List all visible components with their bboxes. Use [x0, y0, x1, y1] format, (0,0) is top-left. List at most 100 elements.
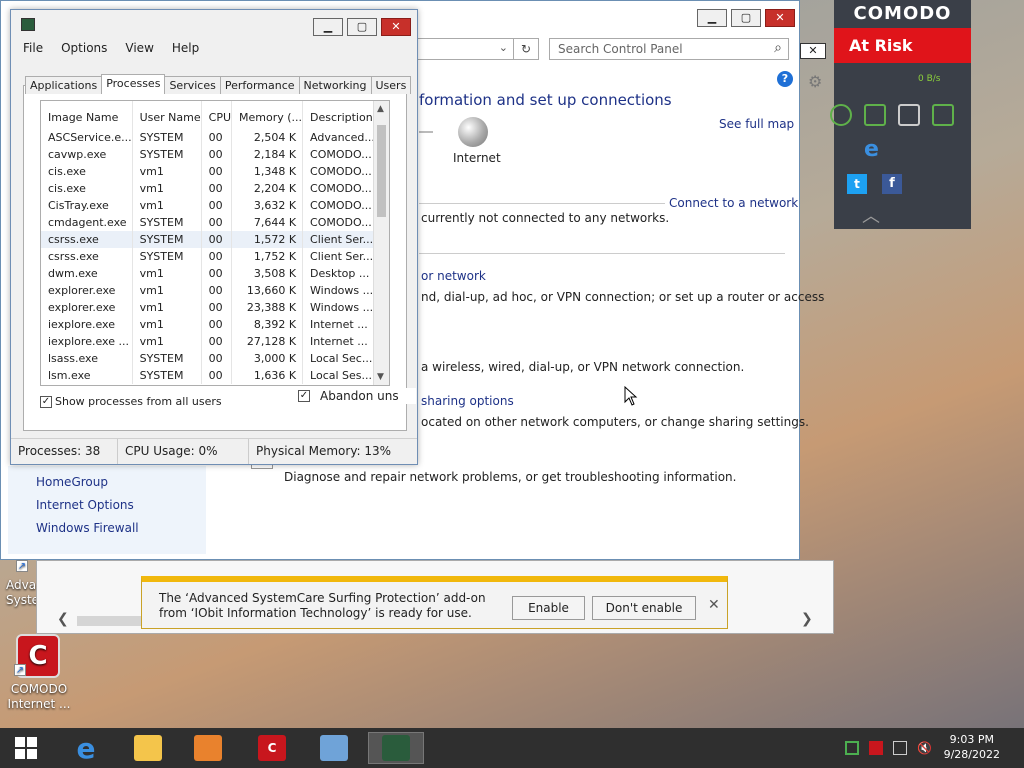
column-memory[interactable]: Memory (... [231, 101, 304, 129]
table-row[interactable]: ASCService.e... SYSTEM 00 2,504 K Advanced..… [41, 129, 376, 146]
widget-tasks-icon[interactable] [864, 104, 886, 126]
table-row[interactable]: csrss.exe SYSTEM 00 1,572 K Client Ser... [41, 231, 376, 248]
sidebar-item-internet-options[interactable]: Internet Options [36, 498, 134, 512]
description-cell: Client Ser... [302, 248, 376, 265]
widget-sandbox-icon[interactable] [898, 104, 920, 126]
sharing-options-link[interactable]: sharing options [421, 394, 514, 408]
collapse-chevron-icon[interactable]: ︿ [862, 202, 880, 228]
notification-message: The ‘Advanced SystemCare Surfing Protect… [159, 591, 486, 620]
close-button[interactable]: ✕ [381, 18, 411, 36]
menu-file[interactable]: File [23, 41, 43, 55]
widget-refresh-icon[interactable] [830, 104, 852, 126]
taskbar-internet-explorer[interactable]: e [58, 732, 114, 765]
taskbar-file-explorer[interactable] [120, 732, 176, 764]
image-name-cell: explorer.exe [41, 299, 133, 316]
refresh-button[interactable]: ↻ [513, 38, 539, 60]
table-row[interactable]: explorer.exe vm1 00 23,388 K Windows ... [41, 299, 376, 316]
menu-bar: File Options View Help [23, 41, 199, 55]
setup-network-link[interactable]: or network [421, 269, 486, 283]
sidebar-item-homegroup[interactable]: HomeGroup [36, 475, 108, 489]
start-button[interactable] [0, 732, 52, 764]
process-list: Image Name User Name CPU Memory (... Des… [40, 100, 390, 386]
tab-users[interactable]: Users [370, 76, 412, 94]
menu-help[interactable]: Help [172, 41, 199, 55]
maximize-button[interactable]: ▢ [731, 9, 761, 27]
table-row[interactable]: iexplore.exe ... vm1 00 27,128 K Internet ..… [41, 333, 376, 350]
dont-enable-button[interactable]: Don't enable [592, 596, 696, 620]
menu-options[interactable]: Options [61, 41, 107, 55]
connect-to-network-link[interactable]: Connect to a network [669, 196, 798, 210]
table-row[interactable]: cis.exe vm1 00 1,348 K COMODO... [41, 163, 376, 180]
see-full-map-link[interactable]: See full map [719, 117, 794, 131]
vertical-scrollbar[interactable]: ▲ ▼ [373, 101, 389, 385]
tab-applications[interactable]: Applications [25, 76, 103, 94]
tab-networking[interactable]: Networking [298, 76, 372, 94]
user-name-cell: vm1 [132, 333, 202, 350]
scroll-right-icon[interactable]: ❯ [801, 611, 813, 627]
help-icon[interactable]: ? [777, 71, 793, 87]
cpu-cell: 00 [201, 248, 233, 265]
menu-view[interactable]: View [125, 41, 153, 55]
table-row[interactable]: CisTray.exe vm1 00 3,632 K COMODO... [41, 197, 376, 214]
abandon-label: Abandon uns [320, 389, 399, 403]
internet-explorer-icon[interactable]: e [864, 137, 879, 162]
taskbar-comodo[interactable]: C [244, 732, 300, 764]
column-cpu[interactable]: CPU [201, 101, 233, 129]
abandon-checkbox[interactable]: ✓ [298, 390, 310, 402]
status-badge[interactable]: At Risk [834, 28, 971, 63]
show-all-users-checkbox[interactable]: ✓ [40, 395, 52, 408]
widget-support-icon[interactable] [932, 104, 954, 126]
taskbar-task-manager[interactable] [368, 732, 424, 764]
titlebar[interactable]: ▁ ▢ ✕ [11, 10, 417, 38]
enable-button[interactable]: Enable [512, 596, 585, 620]
clock[interactable]: 9:03 PM 9/28/2022 [944, 732, 1000, 762]
tray-security-icon[interactable] [869, 741, 883, 755]
search-icon[interactable]: ⌕ [774, 40, 782, 56]
minimize-button[interactable]: ▁ [313, 18, 343, 36]
minimize-button[interactable]: ▁ [697, 9, 727, 27]
search-input[interactable]: Search Control Panel ⌕ [549, 38, 789, 60]
twitter-icon[interactable]: t [847, 174, 867, 194]
column-description[interactable]: Description [302, 101, 376, 129]
chevron-down-icon[interactable]: ⌄ [499, 41, 508, 54]
column-user-name[interactable]: User Name [132, 101, 202, 129]
maximize-button[interactable]: ▢ [347, 18, 377, 36]
description-cell: COMODO... [302, 214, 376, 231]
close-button[interactable]: ✕ [765, 9, 795, 27]
notification-close-icon[interactable]: ✕ [708, 597, 720, 613]
scroll-up-icon[interactable]: ▲ [377, 104, 384, 114]
table-row[interactable]: lsm.exe SYSTEM 00 1,636 K Local Ses... [41, 367, 376, 384]
scroll-left-icon[interactable]: ❮ [57, 611, 69, 627]
description-cell: Windows ... [302, 299, 376, 316]
abandon-option[interactable]: ✓ Abandon uns [298, 388, 416, 404]
tab-processes[interactable]: Processes [101, 74, 166, 94]
tray-volume-muted-icon[interactable]: 🔇 [917, 741, 932, 755]
table-row[interactable]: cavwp.exe SYSTEM 00 2,184 K COMODO... [41, 146, 376, 163]
taskbar-control-panel[interactable] [306, 732, 362, 764]
sidebar-item-windows-firewall[interactable]: Windows Firewall [36, 521, 139, 535]
table-row[interactable]: cmdagent.exe SYSTEM 00 7,644 K COMODO... [41, 214, 376, 231]
facebook-icon[interactable]: f [882, 174, 902, 194]
tray-comodo-icon[interactable] [845, 741, 859, 755]
table-row[interactable]: explorer.exe vm1 00 13,660 K Windows ... [41, 282, 376, 299]
taskbar-media-player[interactable] [180, 732, 236, 764]
table-row[interactable]: iexplore.exe vm1 00 8,392 K Internet ... [41, 316, 376, 333]
user-name-cell: SYSTEM [132, 214, 202, 231]
desktop-icon-comodo[interactable]: C ↗ COMODO Internet ... [4, 634, 74, 712]
image-name-cell: ASCService.e... [41, 129, 133, 146]
gear-icon[interactable]: ⚙ [808, 72, 822, 91]
table-row[interactable]: lsass.exe SYSTEM 00 3,000 K Local Sec... [41, 350, 376, 367]
column-image-name[interactable]: Image Name [41, 101, 133, 129]
table-row[interactable]: csrss.exe SYSTEM 00 1,752 K Client Ser... [41, 248, 376, 265]
show-all-users-option[interactable]: ✓ Show processes from all users [40, 395, 222, 408]
tab-services[interactable]: Services [164, 76, 221, 94]
tab-performance[interactable]: Performance [219, 76, 300, 94]
scroll-down-icon[interactable]: ▼ [377, 372, 384, 382]
memory-cell: 1,572 K [231, 231, 304, 248]
table-row[interactable]: cis.exe vm1 00 2,204 K COMODO... [41, 180, 376, 197]
table-row[interactable]: dwm.exe vm1 00 3,508 K Desktop ... [41, 265, 376, 282]
image-name-cell: explorer.exe [41, 282, 133, 299]
tray-network-icon[interactable] [893, 741, 907, 755]
scroll-thumb[interactable] [377, 125, 386, 217]
comodo-close-button[interactable]: ✕ [800, 43, 826, 59]
